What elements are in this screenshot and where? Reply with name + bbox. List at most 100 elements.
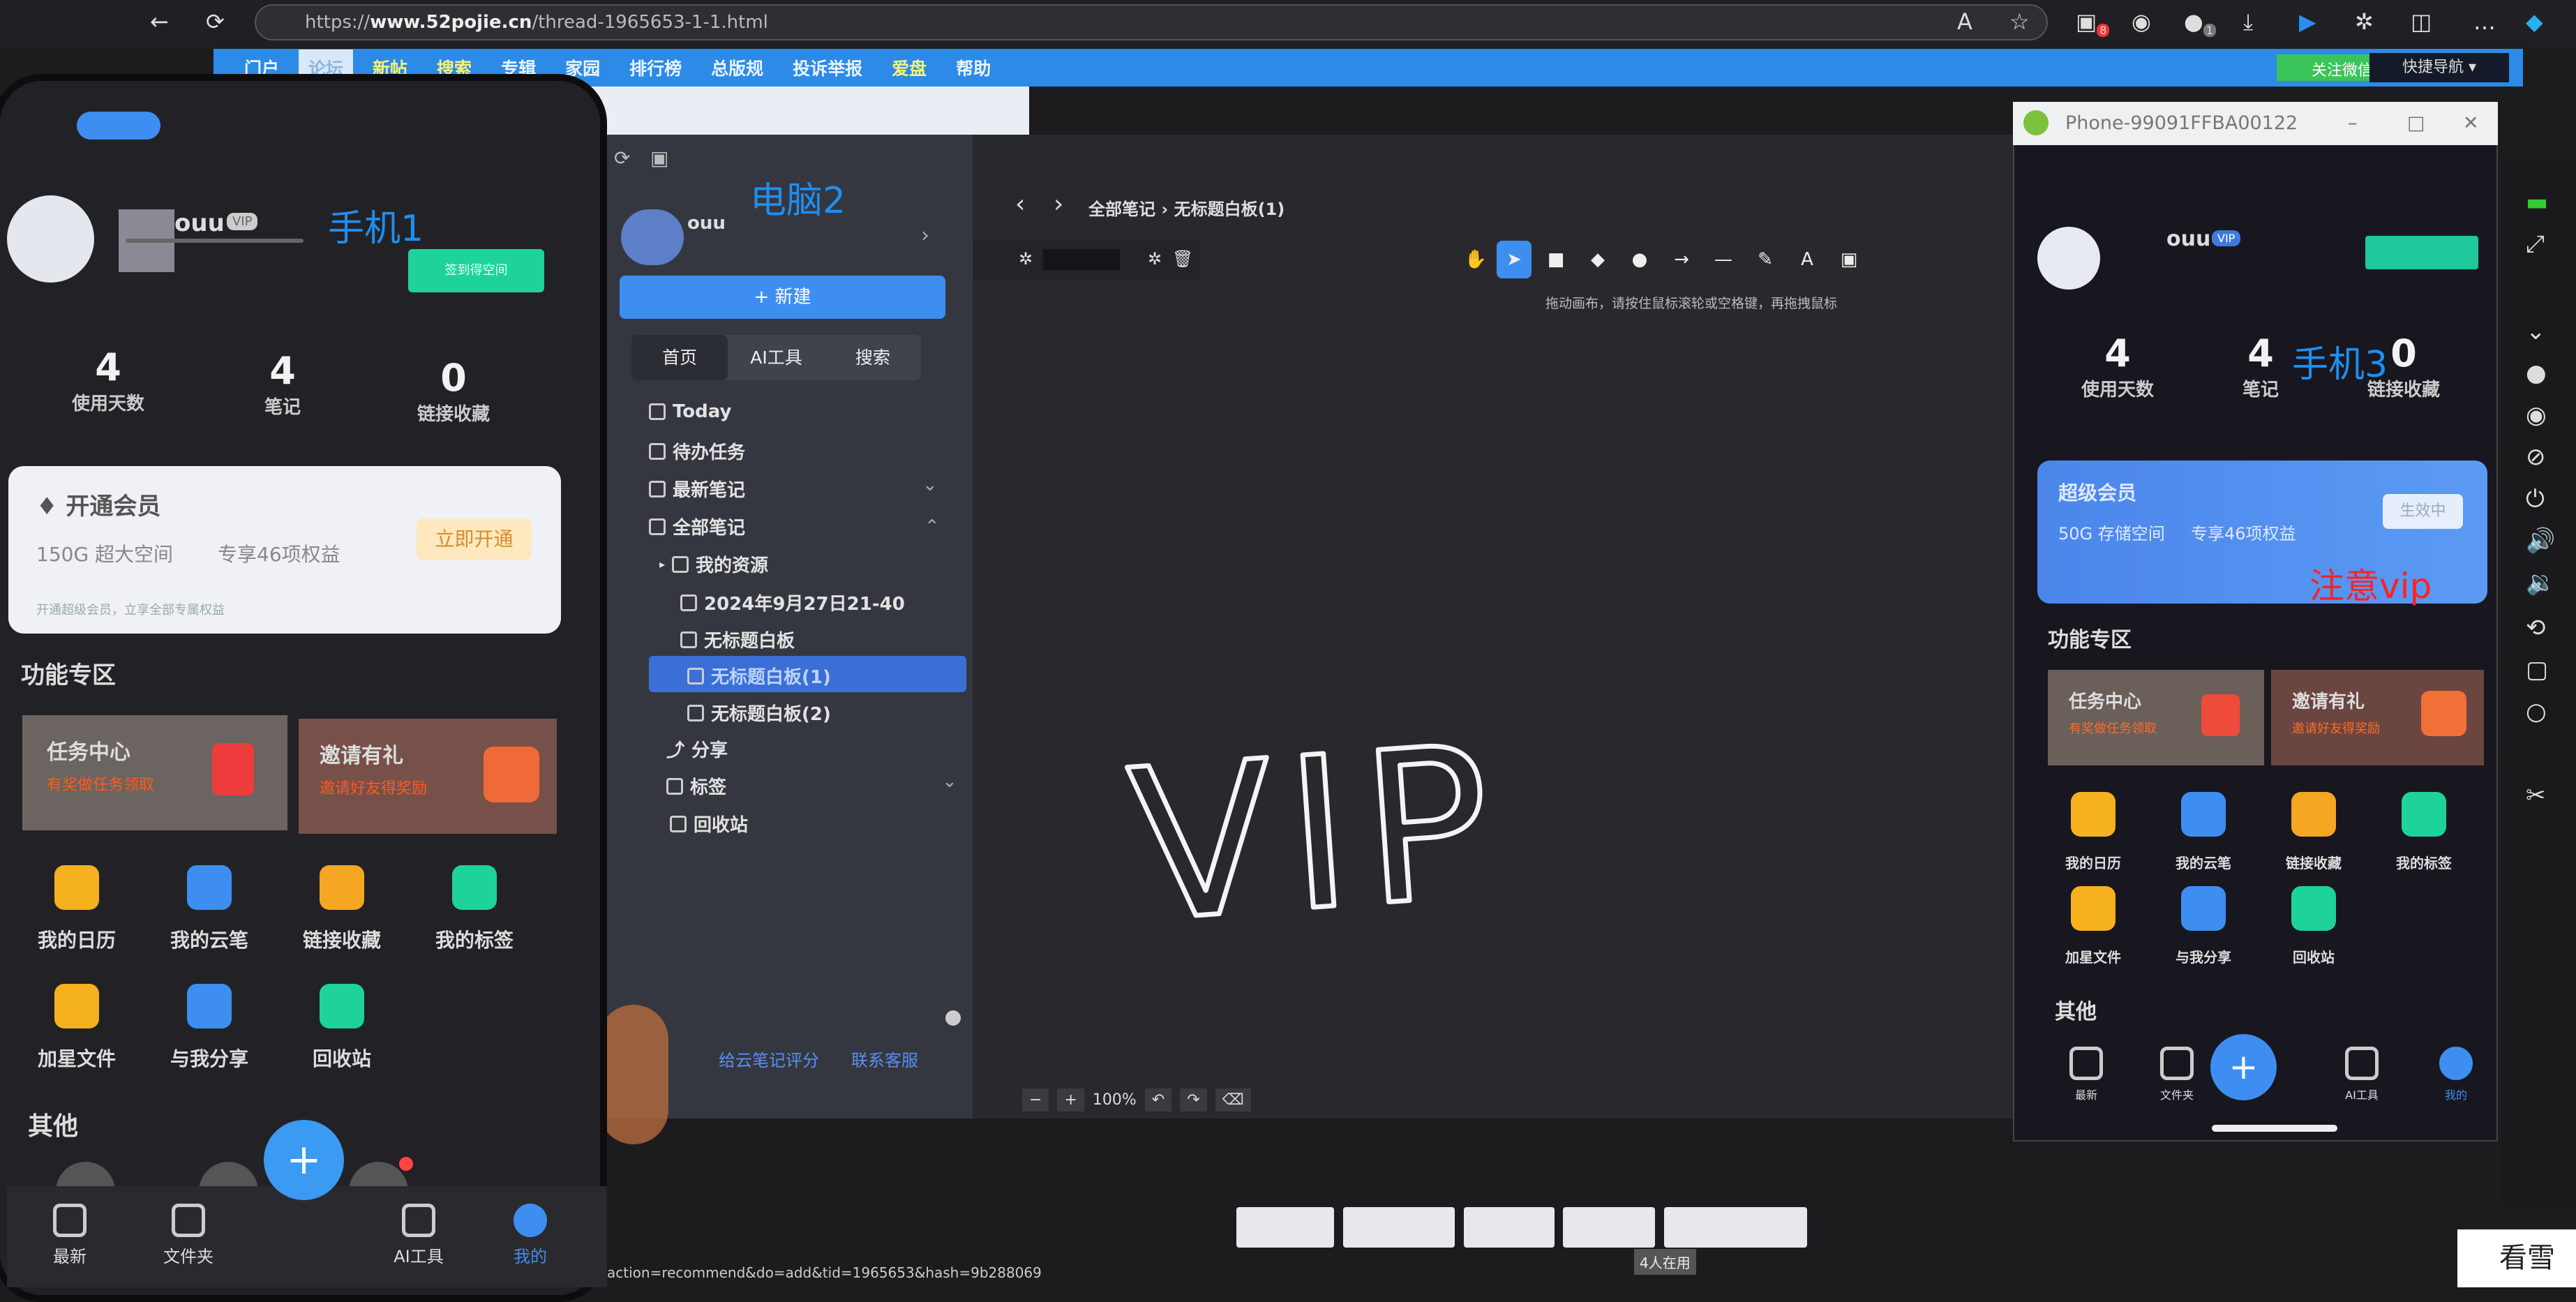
arrow-tool-icon[interactable]: → [1664,241,1699,278]
back-arrow-icon[interactable]: ‹ [1015,190,1025,218]
avatar[interactable] [7,195,94,283]
address-bar[interactable]: https://www.52pojie.cn/thread-1965653-1-… [255,4,2048,40]
nav-folder[interactable]: 文件夹 [147,1204,230,1267]
fullscreen-icon[interactable]: ⤢ [2526,230,2545,258]
minimize-icon[interactable]: – [2348,102,2358,145]
more-icon[interactable]: … [2473,8,2496,35]
forward-arrow-icon[interactable]: › [1054,190,1063,218]
volume-down-icon[interactable]: 🔉 [2526,569,2555,597]
tree-whiteboard-2[interactable]: 无标题白板(2) [687,700,831,726]
new-note-button[interactable]: + 新建 [620,276,945,319]
trash-icon[interactable]: 🗑 [1172,249,1193,269]
play-icon[interactable]: ▶ [2299,8,2316,35]
nav-ai-tools[interactable]: AI工具 [2320,1047,2404,1102]
circle-icon[interactable]: ● [2526,359,2547,387]
chevron-right-icon[interactable]: › [921,223,929,248]
taskbar-chip[interactable] [1343,1207,1455,1248]
zoom-out-button[interactable]: − [1022,1088,1049,1112]
tree-whiteboard-1[interactable]: 无标题白板(1) [687,663,831,689]
feature-item[interactable]: 回收站 [286,984,398,1072]
nav-report[interactable]: 投诉举报 [783,50,872,86]
redo-icon[interactable]: ↷ [1180,1088,1207,1112]
taskbar-chip[interactable] [1236,1207,1334,1248]
square-icon[interactable]: ▢ [2526,656,2548,684]
sidebar-item-trash[interactable]: 回收站 [670,811,748,837]
tab-home[interactable]: 首页 [631,335,728,380]
sidebar-item-recent[interactable]: 最新笔记 [649,476,745,502]
home-icon[interactable]: ○ [2526,698,2547,726]
back-icon[interactable]: ← [150,8,169,35]
vip-active-button[interactable]: 生效中 [2383,494,2463,529]
color-swatch[interactable] [1043,249,1120,270]
feature-item[interactable]: 与我分享 [153,984,265,1072]
nav-latest[interactable]: 最新 [2044,1047,2128,1102]
sidebar-item-share[interactable]: ⤴ 分享 [666,736,728,762]
taskbar-chip[interactable] [1464,1207,1555,1248]
close-icon[interactable]: ✕ [2463,102,2479,145]
sidebar-green-icon[interactable]: ▬ [2526,188,2548,216]
follow-wechat-button[interactable]: 关注微信 [2276,54,2380,81]
nav-profile[interactable]: 我的 [2414,1047,2498,1102]
eye-off-icon[interactable]: ⊘ [2526,443,2546,471]
feature-item[interactable]: 链接收藏 [2258,792,2369,872]
nav-ranking[interactable]: 排行榜 [620,50,691,86]
power-icon[interactable]: ⏻ [2526,485,2545,513]
select-tool-icon[interactable]: ➤ [1497,241,1532,278]
eraser-icon[interactable]: ⌫ [1215,1088,1251,1112]
copilot-icon[interactable]: ◆ [2526,8,2543,35]
tab-search[interactable]: 搜索 [825,335,921,380]
feature-item[interactable]: 回收站 [2258,886,2369,966]
tree-note-date[interactable]: 2024年9月27日21-40 [680,590,905,615]
download-icon[interactable]: ⤓ [2243,8,2253,36]
sync-icon[interactable]: ⟳ [614,147,630,170]
feature-item[interactable]: 我的日历 [2037,792,2149,872]
nav-aipan[interactable]: 爱盘 [882,50,936,86]
nav-latest[interactable]: 最新 [28,1204,112,1267]
add-button[interactable]: + [2210,1034,2277,1100]
diamond-tool-icon[interactable]: ◆ [1580,241,1615,278]
feature-item[interactable]: 链接收藏 [286,865,398,953]
rotate-icon[interactable]: ⟲ [2526,614,2546,642]
member-card[interactable]: ♦ 开通会员 150G 超大空间 专享46项权益 立即开通 开通超级会员，立享全… [8,466,561,634]
text-tool-icon[interactable]: A [1790,241,1825,278]
scissors-icon[interactable]: ✂ [2526,781,2546,809]
favorite-star-icon[interactable]: ☆ [2009,8,2030,35]
chevron-up-icon[interactable]: ⌃ [924,516,940,537]
add-button[interactable]: + [264,1120,344,1200]
volume-up-icon[interactable]: 🔊 [2526,527,2555,555]
chevron-down-icon[interactable]: ⌄ [922,474,938,495]
zoom-in-button[interactable]: + [1057,1088,1084,1112]
refresh-icon[interactable]: ⟳ [206,8,225,35]
taskbar-chip[interactable] [1563,1207,1655,1248]
pen-tool-icon[interactable]: ✎ [1748,241,1783,278]
sign-in-button[interactable]: 签到得空间 [408,249,544,292]
feature-item[interactable]: 我的云笔 [153,865,265,953]
settings-icon[interactable]: ✲ [2355,8,2374,35]
rate-app-link[interactable]: 给云笔记评分 [719,1047,819,1071]
contact-support-link[interactable]: 联系客服 [851,1047,918,1071]
line-tool-icon[interactable]: — [1706,241,1741,278]
invite-card[interactable]: 邀请有礼 邀请好友得奖励 [2271,670,2484,765]
gear-icon[interactable]: ✲ [1148,249,1162,269]
chevron-down-icon[interactable]: ⌄ [942,771,957,792]
avatar[interactable] [2037,227,2100,290]
quick-nav-dropdown[interactable]: 快捷导航 ▾ [2369,53,2509,82]
sign-in-button[interactable] [2365,236,2478,269]
feature-item[interactable]: 加星文件 [2037,886,2149,966]
feature-item[interactable]: 加星文件 [21,984,133,1072]
feature-item[interactable]: 我的标签 [2368,792,2480,872]
nav-profile[interactable]: 我的 [488,1204,572,1267]
image-tool-icon[interactable]: ▣ [1832,241,1866,278]
feature-item[interactable]: 我的日历 [21,865,133,953]
taskbar-chip[interactable] [1664,1207,1807,1248]
chevrons-down-icon[interactable]: ⌄ [2526,317,2546,345]
extension-icon[interactable]: ▣ 8 [2076,8,2110,38]
tree-folder-my-resources[interactable]: ▸ 我的资源 [659,551,768,577]
eye-icon[interactable]: ◉ [2526,401,2547,429]
sidebar-item-today[interactable]: Today [649,401,731,422]
circle-tool-icon[interactable]: ● [1622,241,1657,278]
extension-red-icon[interactable]: ● 1 [2184,8,2217,38]
open-now-button[interactable]: 立即开通 [417,518,532,560]
task-center-card[interactable]: 任务中心 有奖做任务领取 [2048,670,2264,765]
sidebar-item-tags[interactable]: 标签 [666,773,726,799]
